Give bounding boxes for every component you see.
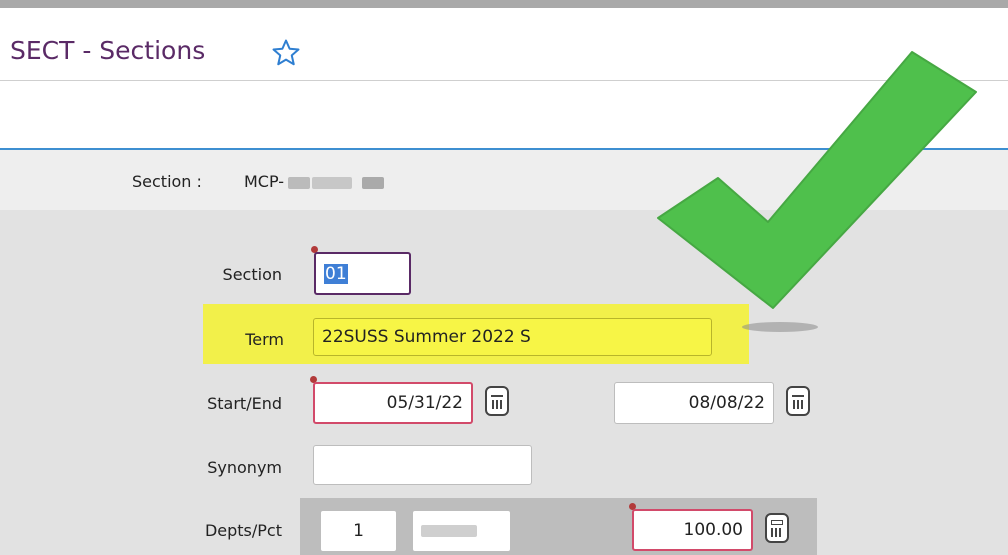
redacted-block: [288, 177, 310, 189]
start-date-input[interactable]: 05/31/22: [313, 382, 473, 424]
dept-name-input[interactable]: [412, 510, 511, 552]
section-info-label: Section :: [132, 172, 202, 191]
top-bar: [0, 0, 1008, 8]
checkmark-shape: [657, 51, 977, 309]
checkmark-icon: [657, 51, 977, 332]
start-date-value: 05/31/22: [386, 393, 463, 413]
section-input-value: 01: [324, 263, 348, 284]
redacted-block: [312, 177, 352, 189]
dept-pct-value: 100.00: [683, 520, 743, 540]
calculator-icon[interactable]: [765, 513, 789, 543]
dept-number-input[interactable]: 1: [320, 510, 397, 552]
dept-pct-input[interactable]: 100.00: [632, 509, 753, 551]
dept-number-value: 1: [353, 521, 364, 541]
redacted-block: [421, 525, 477, 537]
end-date-value: 08/08/22: [688, 393, 765, 413]
star-icon[interactable]: [271, 38, 301, 68]
calendar-icon[interactable]: [485, 386, 509, 416]
depts-pct-label: Depts/Pct: [204, 521, 282, 540]
term-field-label: Term: [245, 330, 284, 349]
calendar-icon[interactable]: [786, 386, 810, 416]
page-title: SECT - Sections: [10, 36, 206, 65]
section-input[interactable]: 01: [314, 252, 411, 295]
synonym-label: Synonym: [207, 458, 282, 477]
section-info-value: MCP-: [244, 172, 285, 191]
redacted-block: [362, 177, 384, 189]
section-field-label: Section: [222, 265, 282, 284]
start-end-label: Start/End: [207, 394, 282, 413]
synonym-input[interactable]: [313, 445, 532, 485]
end-date-input[interactable]: 08/08/22: [614, 382, 774, 424]
checkmark-shadow: [742, 322, 818, 332]
term-input-value: 22SUSS Summer 2022 S: [322, 327, 531, 347]
